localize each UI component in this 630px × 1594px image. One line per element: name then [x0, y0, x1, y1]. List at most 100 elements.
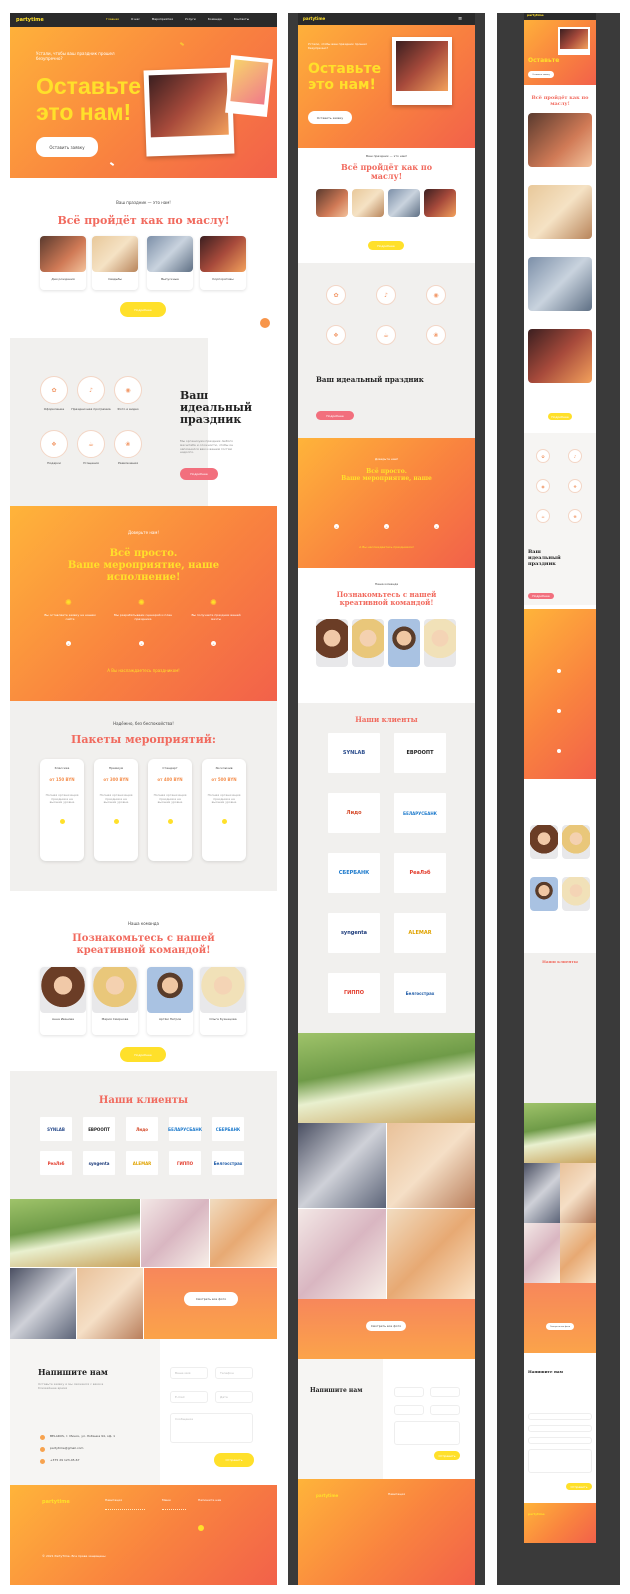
mobile-hero-title: Оставьте	[528, 57, 559, 64]
package-select-button[interactable]	[221, 819, 227, 824]
event-card-wedding[interactable]: Свадьбы	[92, 236, 138, 290]
mobile-gallery-photo[interactable]	[560, 1223, 596, 1283]
team-member-card[interactable]: Ольга Кузнецова	[200, 967, 246, 1035]
package-card[interactable]: Стандарт от 400 BYN Полная организация п…	[148, 759, 192, 861]
tablet-hero-button[interactable]: Оставить заявку	[308, 111, 352, 124]
nav-item-contacts[interactable]: Контакты	[234, 17, 249, 22]
ideal-icon-label: Праздничная программа	[71, 407, 111, 411]
nav-item-events[interactable]: Мероприятия	[152, 17, 173, 22]
tablet-gallery-cta: Смотреть все фото	[298, 1299, 475, 1359]
hero-cta-button[interactable]: Оставить заявку	[36, 137, 98, 157]
mobile-gallery-photo[interactable]	[524, 1103, 596, 1163]
footer-menu[interactable]	[162, 1509, 186, 1535]
name-field[interactable]: Ваше имя	[170, 1367, 208, 1379]
date-field[interactable]: Дата	[215, 1391, 253, 1403]
date-field[interactable]	[430, 1405, 460, 1415]
tablet-hero-polaroid	[392, 37, 452, 105]
tablet-event-photo[interactable]	[424, 189, 456, 217]
package-desc: Полная организация праздника на высшем у…	[153, 792, 187, 805]
email-field[interactable]	[394, 1405, 424, 1415]
tablet-ideal-button[interactable]: Подробнее	[316, 411, 354, 420]
tablet-team-avatar[interactable]	[352, 619, 384, 667]
tablet-gallery-photo[interactable]	[298, 1209, 386, 1299]
mobile-event-photo[interactable]	[528, 113, 592, 167]
message-field[interactable]: Сообщение	[170, 1413, 253, 1443]
tablet-team-avatar[interactable]	[424, 619, 456, 667]
gallery-photo[interactable]	[77, 1268, 143, 1339]
mobile-event-photo[interactable]	[528, 329, 592, 383]
tablet-event-photo[interactable]	[316, 189, 348, 217]
send-icon[interactable]	[198, 1525, 204, 1531]
team-member-card[interactable]: Артём Петров	[147, 967, 193, 1035]
email-field[interactable]	[528, 1437, 592, 1444]
tablet-event-photo[interactable]	[352, 189, 384, 217]
mobile-gallery-button[interactable]: Смотреть все фото	[546, 1323, 574, 1330]
mobile-logo[interactable]: partytime	[527, 13, 544, 18]
gallery-all-button[interactable]: Смотреть все фото	[184, 1292, 238, 1306]
team-more-button[interactable]: Подробнее	[120, 1047, 166, 1062]
tablet-gallery-photo[interactable]	[298, 1033, 475, 1123]
message-field[interactable]	[394, 1421, 460, 1445]
mobile-event-photo[interactable]	[528, 257, 592, 311]
mobile-events-button[interactable]: Подробнее	[548, 413, 572, 420]
name-field[interactable]	[528, 1413, 592, 1420]
copyright: © 2021 PartyTime. Все права защищены	[42, 1554, 106, 1558]
mobile-ideal-button[interactable]: Подробнее	[528, 593, 554, 599]
brand-logo[interactable]: partytime	[16, 17, 44, 23]
nav-item-about[interactable]: О нас	[131, 17, 140, 22]
gallery-photo[interactable]	[10, 1268, 76, 1339]
tablet-gallery-photo[interactable]	[298, 1123, 386, 1208]
tablet-gallery-photo[interactable]	[387, 1209, 475, 1299]
member-name: Мария Смирнова	[101, 1017, 129, 1021]
mobile-gallery-photo[interactable]	[524, 1163, 560, 1223]
mobile-team-avatar[interactable]	[562, 877, 590, 911]
gallery-photo[interactable]	[10, 1199, 140, 1267]
event-card-birthday[interactable]: Дни рождения	[40, 236, 86, 290]
tablet-logo[interactable]: partytime	[303, 16, 325, 21]
send-button[interactable]: Отправить	[214, 1453, 254, 1467]
mobile-team-avatar[interactable]	[530, 877, 558, 911]
mobile-footer-logo[interactable]: partytime	[528, 1512, 545, 1517]
package-card[interactable]: Эксклюзив от 500 BYN Полная организация …	[202, 759, 246, 861]
events-more-button[interactable]: Подробнее	[120, 302, 166, 317]
message-field[interactable]	[528, 1449, 592, 1473]
name-field[interactable]	[394, 1387, 424, 1397]
mobile-send-button[interactable]: Отправить	[566, 1483, 592, 1490]
event-card-corporate[interactable]: Корпоративы	[200, 236, 246, 290]
ideal-more-button[interactable]: Подробнее	[180, 468, 218, 480]
nav-item-home[interactable]: Главная	[106, 17, 119, 22]
gallery-photo[interactable]	[141, 1199, 209, 1267]
phone-field[interactable]: Телефон	[215, 1367, 253, 1379]
package-select-button[interactable]	[167, 819, 173, 824]
tablet-send-button[interactable]: Отправить	[434, 1451, 460, 1460]
tablet-team-avatar[interactable]	[316, 619, 348, 667]
phone-field[interactable]	[430, 1387, 460, 1397]
tablet-event-photo[interactable]	[388, 189, 420, 217]
mobile-team-avatar[interactable]	[530, 825, 558, 859]
mobile-team-avatar[interactable]	[562, 825, 590, 859]
team-member-card[interactable]: Анна Иванова	[40, 967, 86, 1035]
nav-item-team[interactable]: Команда	[208, 17, 222, 22]
nav-item-services[interactable]: Услуги	[185, 17, 196, 22]
tablet-footer-logo[interactable]: partytime	[316, 1493, 338, 1498]
email-field[interactable]: E-mail	[170, 1391, 208, 1403]
team-member-card[interactable]: Мария Смирнова	[92, 967, 138, 1035]
package-select-button[interactable]	[113, 819, 119, 824]
tablet-team-avatar[interactable]	[388, 619, 420, 667]
package-card[interactable]: Премиум от 300 BYN Полная организация пр…	[94, 759, 138, 861]
package-select-button[interactable]	[59, 819, 65, 824]
phone-field[interactable]	[528, 1425, 592, 1432]
footer-logo[interactable]: partytime	[42, 1499, 70, 1505]
mobile-gallery-photo[interactable]	[524, 1223, 560, 1283]
mobile-event-photo[interactable]	[528, 185, 592, 239]
tablet-gallery-photo[interactable]	[387, 1123, 475, 1208]
gallery-photo[interactable]	[210, 1199, 277, 1267]
menu-icon[interactable]: ≡	[458, 17, 462, 22]
mobile-hero-button[interactable]: Оставить заявку	[528, 71, 554, 78]
tablet-gallery-button[interactable]: Смотреть все фото	[366, 1321, 406, 1331]
tablet-events-button[interactable]: Подробнее	[368, 241, 404, 250]
event-card-graduation[interactable]: Выпускные	[147, 236, 193, 290]
mobile-gallery-photo[interactable]	[560, 1163, 596, 1223]
footer-links[interactable]	[105, 1509, 145, 1535]
package-card[interactable]: Классика от 150 BYN Полная организация п…	[40, 759, 84, 861]
